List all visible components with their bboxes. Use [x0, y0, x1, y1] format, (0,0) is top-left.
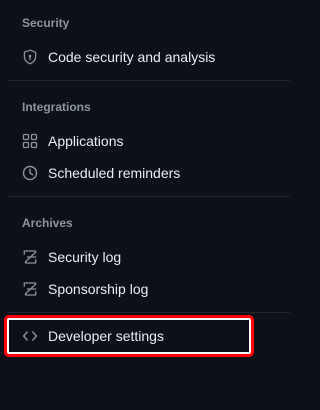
section-title-security: Security: [22, 16, 70, 30]
shield-lock-icon: [22, 49, 38, 65]
sidebar-item-sponsorship-log[interactable]: Sponsorship log: [8, 273, 248, 305]
sidebar-item-security-log[interactable]: Security log: [8, 241, 248, 273]
section-title-integrations: Integrations: [22, 100, 91, 114]
sidebar-item-label: Scheduled reminders: [48, 165, 181, 181]
sidebar-item-label: Code security and analysis: [48, 49, 216, 65]
sidebar-item-developer-settings[interactable]: Developer settings: [9, 320, 249, 352]
divider: [8, 312, 290, 313]
divider: [8, 80, 290, 81]
apps-icon: [22, 133, 38, 149]
sidebar-item-scheduled-reminders[interactable]: Scheduled reminders: [8, 157, 248, 189]
sidebar-item-applications[interactable]: Applications: [8, 125, 248, 157]
sidebar-item-label: Developer settings: [48, 328, 164, 344]
log-icon: [22, 249, 38, 265]
divider: [8, 196, 290, 197]
code-icon: [22, 328, 38, 344]
section-title-archives: Archives: [22, 216, 73, 230]
sidebar-item-label: Security log: [48, 249, 122, 265]
sidebar-item-label: Applications: [48, 133, 124, 149]
sidebar-item-label: Sponsorship log: [48, 281, 149, 297]
sidebar-item-code-security-and-analysis[interactable]: Code security and analysis: [8, 41, 248, 73]
highlight-frame: Developer settings: [4, 315, 254, 357]
clock-icon: [22, 165, 38, 181]
log-icon: [22, 281, 38, 297]
